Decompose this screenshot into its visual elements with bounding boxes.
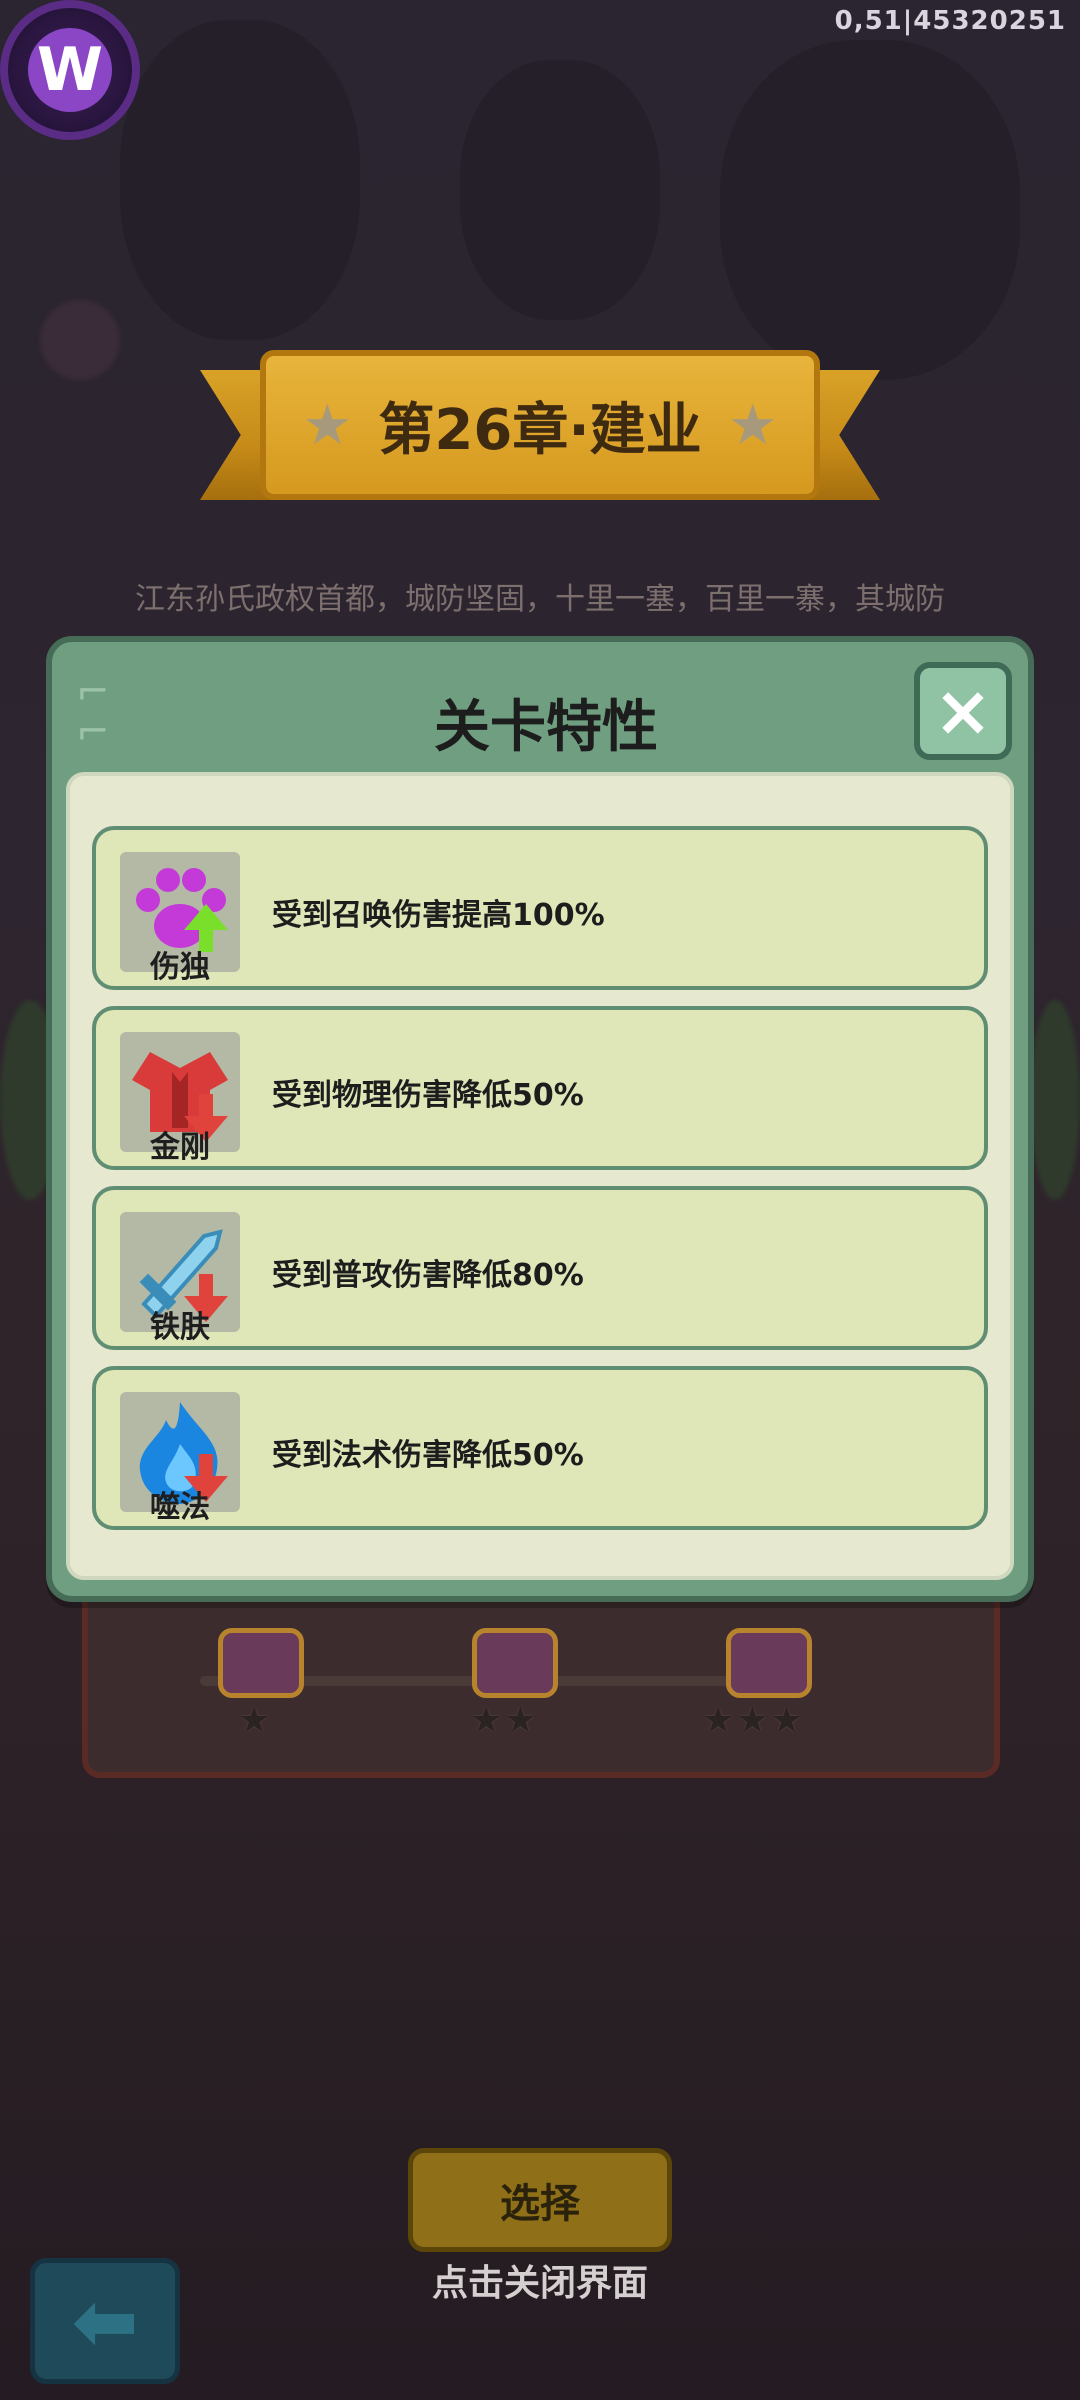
background-tree	[460, 60, 660, 320]
debug-coordinate-text: 0,51|45320251	[834, 6, 1066, 36]
reward-tier-stars: ★★★	[702, 1700, 805, 1741]
arrow-stem	[199, 1454, 213, 1476]
banner-plate: ★ 第26章·建业 ★	[260, 350, 820, 500]
modal-title: 关卡特性	[434, 695, 658, 760]
arrow-up-icon	[184, 904, 228, 930]
back-arrow-icon: ⬅	[71, 2274, 139, 2368]
app-logo: W	[0, 0, 140, 140]
logo-letter: W	[28, 28, 112, 112]
chapter-description: 江东孙氏政权首都，城防坚固，十里一塞，百里一寨，其城防	[135, 582, 945, 617]
trait-description: 受到召唤伤害提高100%	[272, 898, 605, 933]
chapter-title: 第26章·建业	[378, 397, 702, 463]
trait-name: 伤独	[150, 950, 210, 985]
trait-card: 金刚 受到物理伤害降低50%	[92, 1006, 988, 1170]
close-button[interactable]: ×	[914, 662, 1012, 760]
reward-chest-icon[interactable]	[218, 1628, 304, 1698]
chapter-banner: ★ 第26章·建业 ★	[200, 340, 880, 520]
star-icon: ★	[302, 392, 353, 458]
reward-tier-stars: ★	[238, 1700, 273, 1741]
background-tree	[720, 40, 1020, 380]
background-tree	[120, 20, 360, 340]
stage-traits-modal: ⌐ ⌐ 关卡特性 × 伤独 受到召唤伤害提高100% 金刚 受到物理伤害降低50…	[46, 636, 1034, 1602]
trait-card: 铁肤 受到普攻伤害降低80%	[92, 1186, 988, 1350]
reward-tier-stars: ★★	[470, 1700, 539, 1741]
trait-list: 伤独 受到召唤伤害提高100% 金刚 受到物理伤害降低50% 铁肤 受到普攻伤害…	[66, 772, 1014, 1580]
trait-name: 铁肤	[150, 1310, 210, 1345]
reward-chest-icon[interactable]	[726, 1628, 812, 1698]
back-button[interactable]: ⬅	[30, 2258, 180, 2384]
trait-description: 受到法术伤害降低50%	[272, 1438, 584, 1473]
background-foliage	[1030, 1000, 1080, 1200]
trait-card: 噬法 受到法术伤害降低50%	[92, 1366, 988, 1530]
trait-name: 金刚	[150, 1130, 210, 1165]
trait-card: 伤独 受到召唤伤害提高100%	[92, 826, 988, 990]
arrow-stem	[199, 1094, 213, 1116]
background-flower	[40, 300, 120, 380]
trait-name: 噬法	[150, 1490, 210, 1525]
close-icon: ×	[933, 670, 993, 752]
reward-chest-icon[interactable]	[472, 1628, 558, 1698]
star-icon: ★	[727, 392, 778, 458]
select-button[interactable]: 选择	[408, 2148, 672, 2252]
trait-description: 受到物理伤害降低50%	[272, 1078, 584, 1113]
arrow-stem	[199, 1274, 213, 1296]
trait-description: 受到普攻伤害降低80%	[272, 1258, 584, 1293]
